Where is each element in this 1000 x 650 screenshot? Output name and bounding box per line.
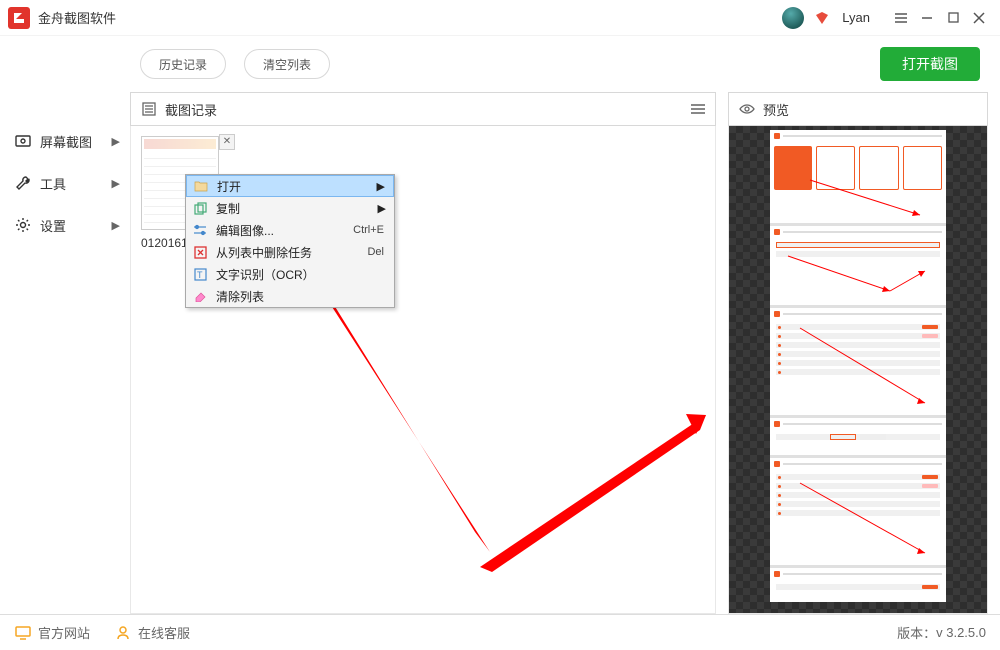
preview-image[interactable] bbox=[770, 130, 946, 602]
preview-column: 预览 bbox=[728, 92, 988, 614]
screenshot-icon bbox=[14, 132, 32, 150]
text-icon: T bbox=[190, 266, 210, 282]
remove-icon bbox=[190, 244, 210, 260]
submenu-icon: ▶ bbox=[378, 202, 386, 215]
chevron-right-icon: ▶ bbox=[112, 177, 120, 190]
preview-body bbox=[728, 126, 988, 614]
sidebar-item-screenshot[interactable]: 屏幕截图 ▶ bbox=[0, 120, 130, 162]
wrench-icon bbox=[14, 174, 32, 192]
sidebar: 屏幕截图 ▶ 工具 ▶ 设置 ▶ bbox=[0, 92, 130, 614]
preview-header: 预览 bbox=[728, 92, 988, 126]
statusbar: 官方网站 在线客服 版本： v 3.2.5.0 bbox=[0, 614, 1000, 650]
chevron-right-icon: ▶ bbox=[112, 135, 120, 148]
eye-icon bbox=[737, 99, 757, 119]
context-menu: 打开 ▶ 复制 ▶ 编辑图像... Ctrl+E 从列表中删除任务 Del T … bbox=[185, 174, 395, 308]
menu-button[interactable] bbox=[888, 5, 914, 31]
open-screenshot-button[interactable]: 打开截图 bbox=[880, 47, 980, 81]
ctx-delete-from-list[interactable]: 从列表中删除任务 Del bbox=[186, 241, 394, 263]
folder-icon bbox=[191, 178, 211, 194]
sidebar-item-settings[interactable]: 设置 ▶ bbox=[0, 204, 130, 246]
vip-icon[interactable] bbox=[814, 10, 830, 26]
monitor-icon bbox=[14, 624, 32, 642]
online-support-link[interactable]: 在线客服 bbox=[114, 623, 190, 642]
main-panel: 截图记录 ✕ 01201618… 预览 bbox=[130, 92, 1000, 614]
ctx-copy[interactable]: 复制 ▶ bbox=[186, 197, 394, 219]
toolbar: 历史记录 清空列表 打开截图 bbox=[0, 36, 1000, 92]
slider-icon bbox=[190, 222, 210, 238]
eraser-icon bbox=[190, 288, 210, 304]
history-button[interactable]: 历史记录 bbox=[140, 49, 226, 79]
titlebar: 金舟截图软件 Lyan bbox=[0, 0, 1000, 36]
svg-text:T: T bbox=[197, 270, 203, 280]
username-label[interactable]: Lyan bbox=[842, 10, 870, 25]
app-logo bbox=[8, 7, 30, 29]
records-header: 截图记录 bbox=[130, 92, 716, 126]
ctx-edit-image[interactable]: 编辑图像... Ctrl+E bbox=[186, 219, 394, 241]
clear-list-button[interactable]: 清空列表 bbox=[244, 49, 330, 79]
minimize-button[interactable] bbox=[914, 5, 940, 31]
version-value: v 3.2.5.0 bbox=[936, 625, 986, 640]
submenu-icon: ▶ bbox=[377, 180, 385, 193]
list-icon bbox=[139, 99, 159, 119]
support-icon bbox=[114, 624, 132, 642]
official-website-link[interactable]: 官方网站 bbox=[14, 623, 90, 642]
sidebar-item-label: 屏幕截图 bbox=[40, 132, 92, 151]
ctx-ocr[interactable]: T 文字识别（OCR） bbox=[186, 263, 394, 285]
chevron-right-icon: ▶ bbox=[112, 219, 120, 232]
maximize-button[interactable] bbox=[940, 5, 966, 31]
content-area: 屏幕截图 ▶ 工具 ▶ 设置 ▶ 截图记录 bbox=[0, 92, 1000, 614]
copy-icon bbox=[190, 200, 210, 216]
version-label: 版本： bbox=[897, 623, 936, 642]
view-toggle-icon[interactable] bbox=[689, 100, 707, 118]
records-column: 截图记录 ✕ 01201618… bbox=[130, 92, 716, 614]
ctx-clear-list[interactable]: 清除列表 bbox=[186, 285, 394, 307]
close-button[interactable] bbox=[966, 5, 992, 31]
sidebar-item-label: 工具 bbox=[40, 174, 66, 193]
sidebar-item-label: 设置 bbox=[40, 216, 66, 235]
sidebar-item-tools[interactable]: 工具 ▶ bbox=[0, 162, 130, 204]
app-title: 金舟截图软件 bbox=[38, 8, 116, 27]
user-avatar[interactable] bbox=[782, 7, 804, 29]
preview-header-label: 预览 bbox=[763, 100, 789, 119]
record-close-button[interactable]: ✕ bbox=[219, 134, 235, 150]
gear-icon bbox=[14, 216, 32, 234]
ctx-open[interactable]: 打开 ▶ bbox=[186, 175, 394, 197]
records-header-label: 截图记录 bbox=[165, 100, 217, 119]
